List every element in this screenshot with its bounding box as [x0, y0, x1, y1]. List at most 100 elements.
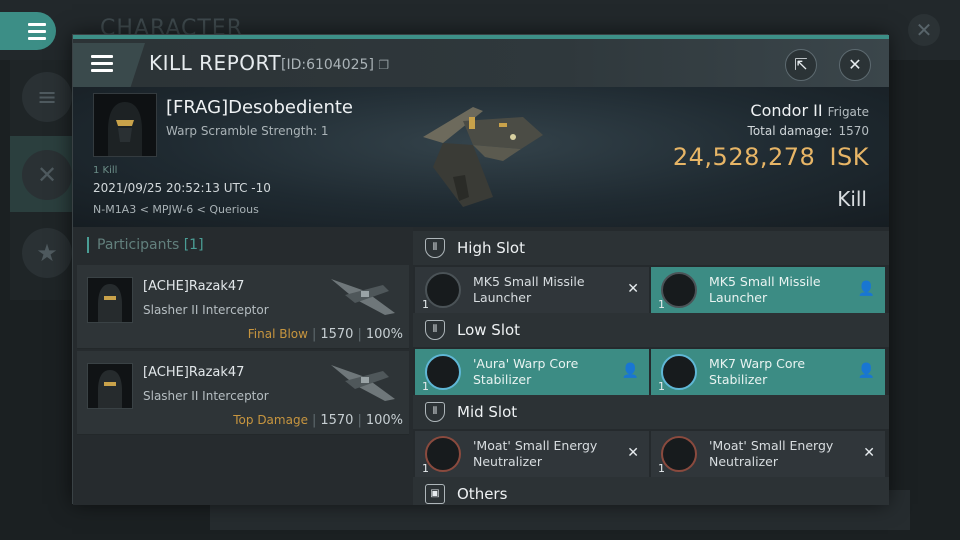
energy-neutralizer-icon — [425, 436, 461, 472]
victim-portrait[interactable] — [93, 93, 157, 157]
participant-avatar — [87, 363, 133, 409]
participant-stats: Top Damage | 1570 | 100% — [233, 413, 403, 428]
ship-name: Condor II — [750, 101, 823, 120]
destroyed-icon: ✕ — [627, 445, 639, 461]
missile-launcher-icon — [661, 272, 697, 308]
background-menu-button[interactable] — [0, 12, 56, 50]
module-item[interactable]: 1 'Moat' Small Energy Neutralizer ✕ — [651, 431, 885, 477]
kill-report-modal: KILL REPORT [ID:6104025] ❐ ⇱ ✕ [FRAG]Des… — [72, 34, 889, 505]
module-name: 'Aura' Warp Core Stabilizer — [473, 356, 579, 387]
mid-slot-icon: ⫴ — [425, 402, 445, 422]
participant-ship: Slasher II Interceptor — [143, 303, 269, 317]
isk-value: 24,528,278 ISK — [673, 143, 869, 171]
report-id-text: [ID:6104025] — [281, 57, 374, 73]
module-item[interactable]: 1 'Aura' Warp Core Stabilizer 👤 — [415, 349, 649, 395]
portrait-image — [94, 94, 156, 156]
participants-count: [1] — [183, 237, 204, 253]
participant-avatar — [87, 277, 133, 323]
warp-scramble-strength: Warp Scramble Strength: 1 — [166, 124, 329, 138]
cargo-box-icon: ▣ — [425, 484, 445, 504]
participant-percent: 100% — [365, 327, 403, 342]
participants-panel: Participants [1] [ACHE]Razak47 Slasher I… — [73, 227, 413, 505]
destroyed-icon: ✕ — [627, 281, 639, 297]
participant-damage: 1570 — [320, 413, 354, 428]
module-qty: 1 — [658, 298, 665, 311]
copy-icon[interactable]: ❐ — [378, 58, 389, 72]
others-title: Others — [457, 485, 508, 503]
mid-slot-header: ⫴ Mid Slot — [413, 395, 889, 429]
total-damage-label: Total damage: — [747, 124, 833, 138]
crossed-swords-icon[interactable]: ✕ — [22, 150, 72, 200]
participant-ship-image — [331, 279, 395, 315]
module-qty: 1 — [422, 462, 429, 475]
result-label: Kill — [837, 187, 867, 211]
modal-title: KILL REPORT — [149, 51, 282, 75]
isk-unit: ISK — [829, 143, 869, 171]
background-close-button[interactable]: ✕ — [908, 14, 940, 46]
module-item[interactable]: 1 MK7 Warp Core Stabilizer 👤 — [651, 349, 885, 395]
energy-neutralizer-icon — [661, 436, 697, 472]
total-damage-value: 1570 — [838, 124, 869, 138]
participant-ship-image — [331, 365, 395, 401]
isk-amount: 24,528,278 — [672, 143, 816, 171]
close-icon: ✕ — [848, 55, 862, 74]
kill-datetime: 2021/09/25 20:52:13 UTC -10 — [93, 181, 271, 195]
participants-title: Participants — [97, 237, 180, 253]
low-slot-title: Low Slot — [457, 321, 521, 339]
module-name: 'Moat' Small Energy Neutralizer — [473, 438, 598, 469]
top-damage-tag: Top Damage — [233, 413, 308, 427]
module-qty: 1 — [422, 298, 429, 311]
victim-ship-image — [423, 107, 543, 207]
star-badge-icon[interactable]: ★ — [22, 228, 72, 278]
participant-name: [ACHE]Razak47 — [143, 279, 245, 294]
kill-location[interactable]: N-M1A3 < MPJW-6 < Querious — [93, 203, 259, 216]
destroyed-icon: ✕ — [863, 445, 875, 461]
warp-core-stabilizer-icon — [425, 354, 461, 390]
module-name: MK7 Warp Core Stabilizer — [709, 356, 806, 387]
victim-kill-count: 1 Kill — [93, 165, 118, 176]
warp-core-stabilizer-icon — [661, 354, 697, 390]
report-id[interactable]: [ID:6104025] ❐ — [281, 57, 389, 73]
participant-percent: 100% — [365, 413, 403, 428]
modal-header: KILL REPORT [ID:6104025] ❐ ⇱ ✕ — [73, 39, 889, 87]
victim-hero: [FRAG]Desobediente Warp Scramble Strengt… — [73, 87, 889, 227]
module-item[interactable]: 1 'Moat' Small Energy Neutralizer ✕ — [415, 431, 649, 477]
hamburger-icon — [28, 23, 46, 44]
external-link-button[interactable]: ⇱ — [785, 49, 817, 81]
module-name: MK5 Small Missile Launcher — [473, 274, 585, 305]
participant-row[interactable]: [ACHE]Razak47 Slasher II Interceptor Top… — [77, 351, 409, 435]
total-damage: Total damage: 1570 — [748, 124, 869, 138]
others-header: ▣ Others — [413, 477, 889, 505]
close-button[interactable]: ✕ — [839, 49, 871, 81]
high-slot-header: ⫴ High Slot — [413, 231, 889, 265]
modal-menu-button[interactable] — [73, 43, 145, 87]
module-qty: 1 — [658, 462, 665, 475]
dropped-icon: 👤 — [621, 363, 639, 379]
hamburger-icon — [91, 55, 113, 76]
missile-launcher-icon — [425, 272, 461, 308]
module-qty: 1 — [422, 380, 429, 393]
victim-ship[interactable]: Condor II Frigate — [750, 101, 869, 120]
low-slot-icon: ⫴ — [425, 320, 445, 340]
participant-row[interactable]: [ACHE]Razak47 Slasher II Interceptor Fin… — [77, 265, 409, 349]
fitting-panel: ⫴ High Slot 1 MK5 Small Missile Launcher… — [413, 227, 889, 505]
participant-damage: 1570 — [320, 327, 354, 342]
list-icon[interactable]: ≡ — [22, 72, 72, 122]
participants-header: Participants [1] — [87, 237, 204, 253]
high-slot-title: High Slot — [457, 239, 525, 257]
victim-name[interactable]: [FRAG]Desobediente — [166, 97, 353, 118]
module-name: 'Moat' Small Energy Neutralizer — [709, 438, 834, 469]
participant-ship: Slasher II Interceptor — [143, 389, 269, 403]
external-link-icon: ⇱ — [794, 55, 808, 74]
final-blow-tag: Final Blow — [247, 327, 308, 341]
mid-slot-title: Mid Slot — [457, 403, 518, 421]
participant-name: [ACHE]Razak47 — [143, 365, 245, 380]
module-name: MK5 Small Missile Launcher — [709, 274, 821, 305]
high-slot-icon: ⫴ — [425, 238, 445, 258]
module-item[interactable]: 1 MK5 Small Missile Launcher ✕ — [415, 267, 649, 313]
dropped-icon: 👤 — [857, 363, 875, 379]
low-slot-header: ⫴ Low Slot — [413, 313, 889, 347]
module-item[interactable]: 1 MK5 Small Missile Launcher 👤 — [651, 267, 885, 313]
participant-stats: Final Blow | 1570 | 100% — [247, 327, 403, 342]
module-qty: 1 — [658, 380, 665, 393]
